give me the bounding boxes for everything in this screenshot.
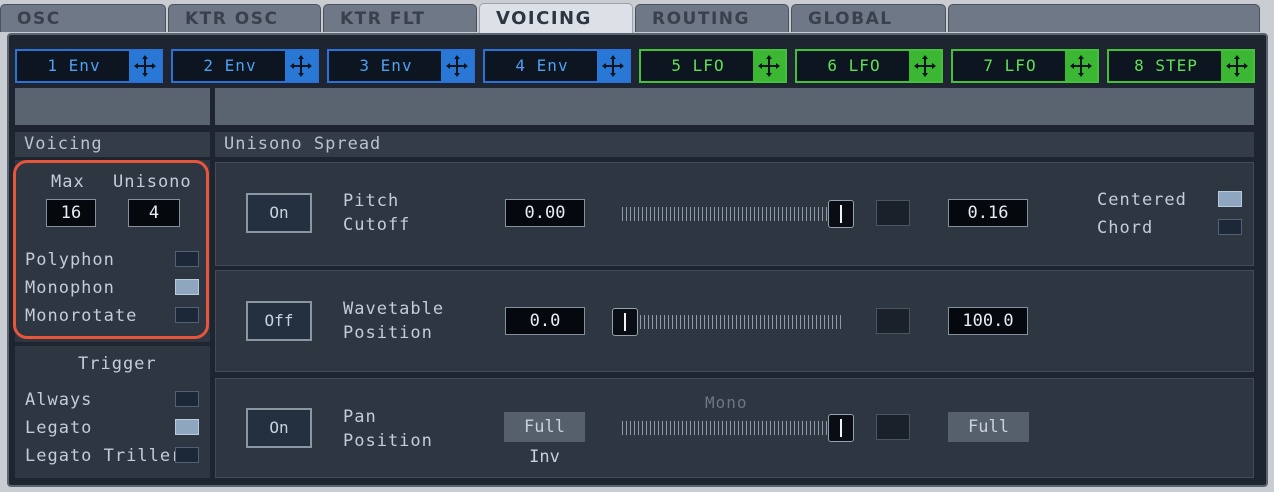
tab-label: KTR OSC	[185, 9, 279, 29]
pitch-cutoff-mod-slot[interactable]	[876, 200, 910, 226]
monophon-label: Monophon	[25, 278, 115, 298]
drag-move-icon[interactable]	[441, 51, 473, 81]
tab-voicing[interactable]: VOICING	[479, 3, 633, 34]
pitch-cutoff-right-value[interactable]: 0.16	[948, 199, 1028, 227]
tab-empty	[948, 4, 1260, 32]
tab-label: GLOBAL	[808, 9, 893, 29]
mod-6-lfo[interactable]: 6 LFO	[795, 49, 943, 83]
mod-label: 3 Env	[359, 56, 413, 75]
drag-move-icon[interactable]	[1221, 51, 1253, 81]
voicing-header: Voicing	[15, 132, 210, 157]
unisono-spread-header: Unisono Spread	[215, 132, 1254, 157]
drag-move-icon[interactable]	[1065, 51, 1097, 81]
drag-move-icon[interactable]	[597, 51, 629, 81]
legato-checkbox[interactable]	[175, 419, 199, 435]
unisono-label: Unisono	[113, 172, 192, 192]
pitch-cutoff-slider[interactable]	[622, 200, 854, 228]
drag-move-icon[interactable]	[909, 51, 941, 81]
tab-routing[interactable]: ROUTING	[635, 4, 789, 32]
drag-move-icon[interactable]	[753, 51, 785, 81]
mod-3-env[interactable]: 3 Env	[327, 49, 475, 83]
pan-label: Pan	[343, 407, 377, 427]
slider-ticks	[622, 207, 854, 221]
polyphon-checkbox[interactable]	[175, 251, 199, 267]
monophon-checkbox[interactable]	[175, 279, 199, 295]
tab-osc[interactable]: OSC	[0, 4, 166, 32]
always-label: Always	[25, 390, 93, 410]
mod-label: 7 LFO	[983, 56, 1037, 75]
pitch-label: Pitch	[343, 191, 400, 211]
tab-ktr-osc[interactable]: KTR OSC	[168, 4, 321, 32]
mono-caption: Mono	[705, 393, 748, 412]
mod-1-env[interactable]: 1 Env	[15, 49, 163, 83]
slider-handle[interactable]	[612, 308, 638, 336]
monorotate-label: Monorotate	[25, 306, 138, 326]
centered-label: Centered	[1097, 190, 1187, 210]
drag-move-icon[interactable]	[129, 51, 161, 81]
slider-ticks	[622, 421, 854, 435]
tab-global[interactable]: GLOBAL	[791, 4, 946, 32]
pan-position-slider[interactable]	[622, 414, 854, 442]
tab-label: KTR FLT	[340, 9, 426, 29]
always-checkbox[interactable]	[175, 391, 199, 407]
mod-label: 1 Env	[47, 56, 101, 75]
mod-5-lfo[interactable]: 5 LFO	[639, 49, 787, 83]
pan-position-toggle[interactable]: On	[246, 408, 312, 448]
chord-label: Chord	[1097, 218, 1154, 238]
max-voices-field[interactable]: 16	[46, 199, 96, 227]
drag-move-icon[interactable]	[285, 51, 317, 81]
max-label: Max	[51, 172, 85, 192]
position-label: Position	[343, 323, 433, 343]
main-display-strip	[215, 88, 1254, 125]
cutoff-label: Cutoff	[343, 215, 411, 235]
tab-bar: OSC KTR OSC KTR FLT VOICING ROUTING GLOB…	[0, 0, 1274, 34]
chord-checkbox[interactable]	[1218, 219, 1242, 235]
pitch-cutoff-value[interactable]: 0.00	[505, 199, 585, 227]
mod-4-env[interactable]: 4 Env	[483, 49, 631, 83]
tab-label: OSC	[17, 9, 61, 29]
centered-checkbox[interactable]	[1218, 191, 1242, 207]
pitch-cutoff-toggle[interactable]: On	[246, 193, 312, 233]
wavetable-label: Wavetable	[343, 299, 445, 319]
pan-full-inv-button[interactable]: Full Inv	[504, 412, 585, 467]
mod-label: 6 LFO	[827, 56, 881, 75]
polyphon-label: Polyphon	[25, 250, 115, 270]
wavetable-position-right-value[interactable]: 100.0	[948, 307, 1028, 335]
pan-position-label: Position	[343, 431, 433, 451]
slider-handle[interactable]	[828, 414, 854, 442]
wavetable-position-mod-slot[interactable]	[876, 308, 910, 334]
mod-label: 8 STEP	[1134, 56, 1198, 75]
slider-ticks	[612, 315, 844, 329]
monorotate-checkbox[interactable]	[175, 307, 199, 323]
unisono-voices-field[interactable]: 4	[128, 199, 180, 227]
slider-handle[interactable]	[828, 200, 854, 228]
wavetable-position-slider[interactable]	[612, 308, 844, 336]
trigger-header: Trigger	[78, 354, 157, 374]
tab-ktr-flt[interactable]: KTR FLT	[323, 4, 477, 32]
legato-label: Legato	[25, 418, 93, 438]
tab-label: ROUTING	[652, 9, 750, 29]
legato-triller-label: Legato Triller	[25, 446, 183, 466]
pan-full-button[interactable]: Full	[948, 412, 1029, 442]
mod-label: 4 Env	[515, 56, 569, 75]
tab-label: VOICING	[496, 8, 592, 29]
wavetable-position-value[interactable]: 0.0	[505, 307, 585, 335]
wavetable-position-toggle[interactable]: Off	[246, 301, 312, 341]
mod-8-step[interactable]: 8 STEP	[1107, 49, 1255, 83]
mod-label: 5 LFO	[671, 56, 725, 75]
left-display-strip	[15, 88, 210, 125]
mod-7-lfo[interactable]: 7 LFO	[951, 49, 1099, 83]
mod-label: 2 Env	[203, 56, 257, 75]
legato-triller-checkbox[interactable]	[175, 447, 199, 463]
mod-2-env[interactable]: 2 Env	[171, 49, 319, 83]
pan-position-mod-slot[interactable]	[876, 414, 910, 440]
